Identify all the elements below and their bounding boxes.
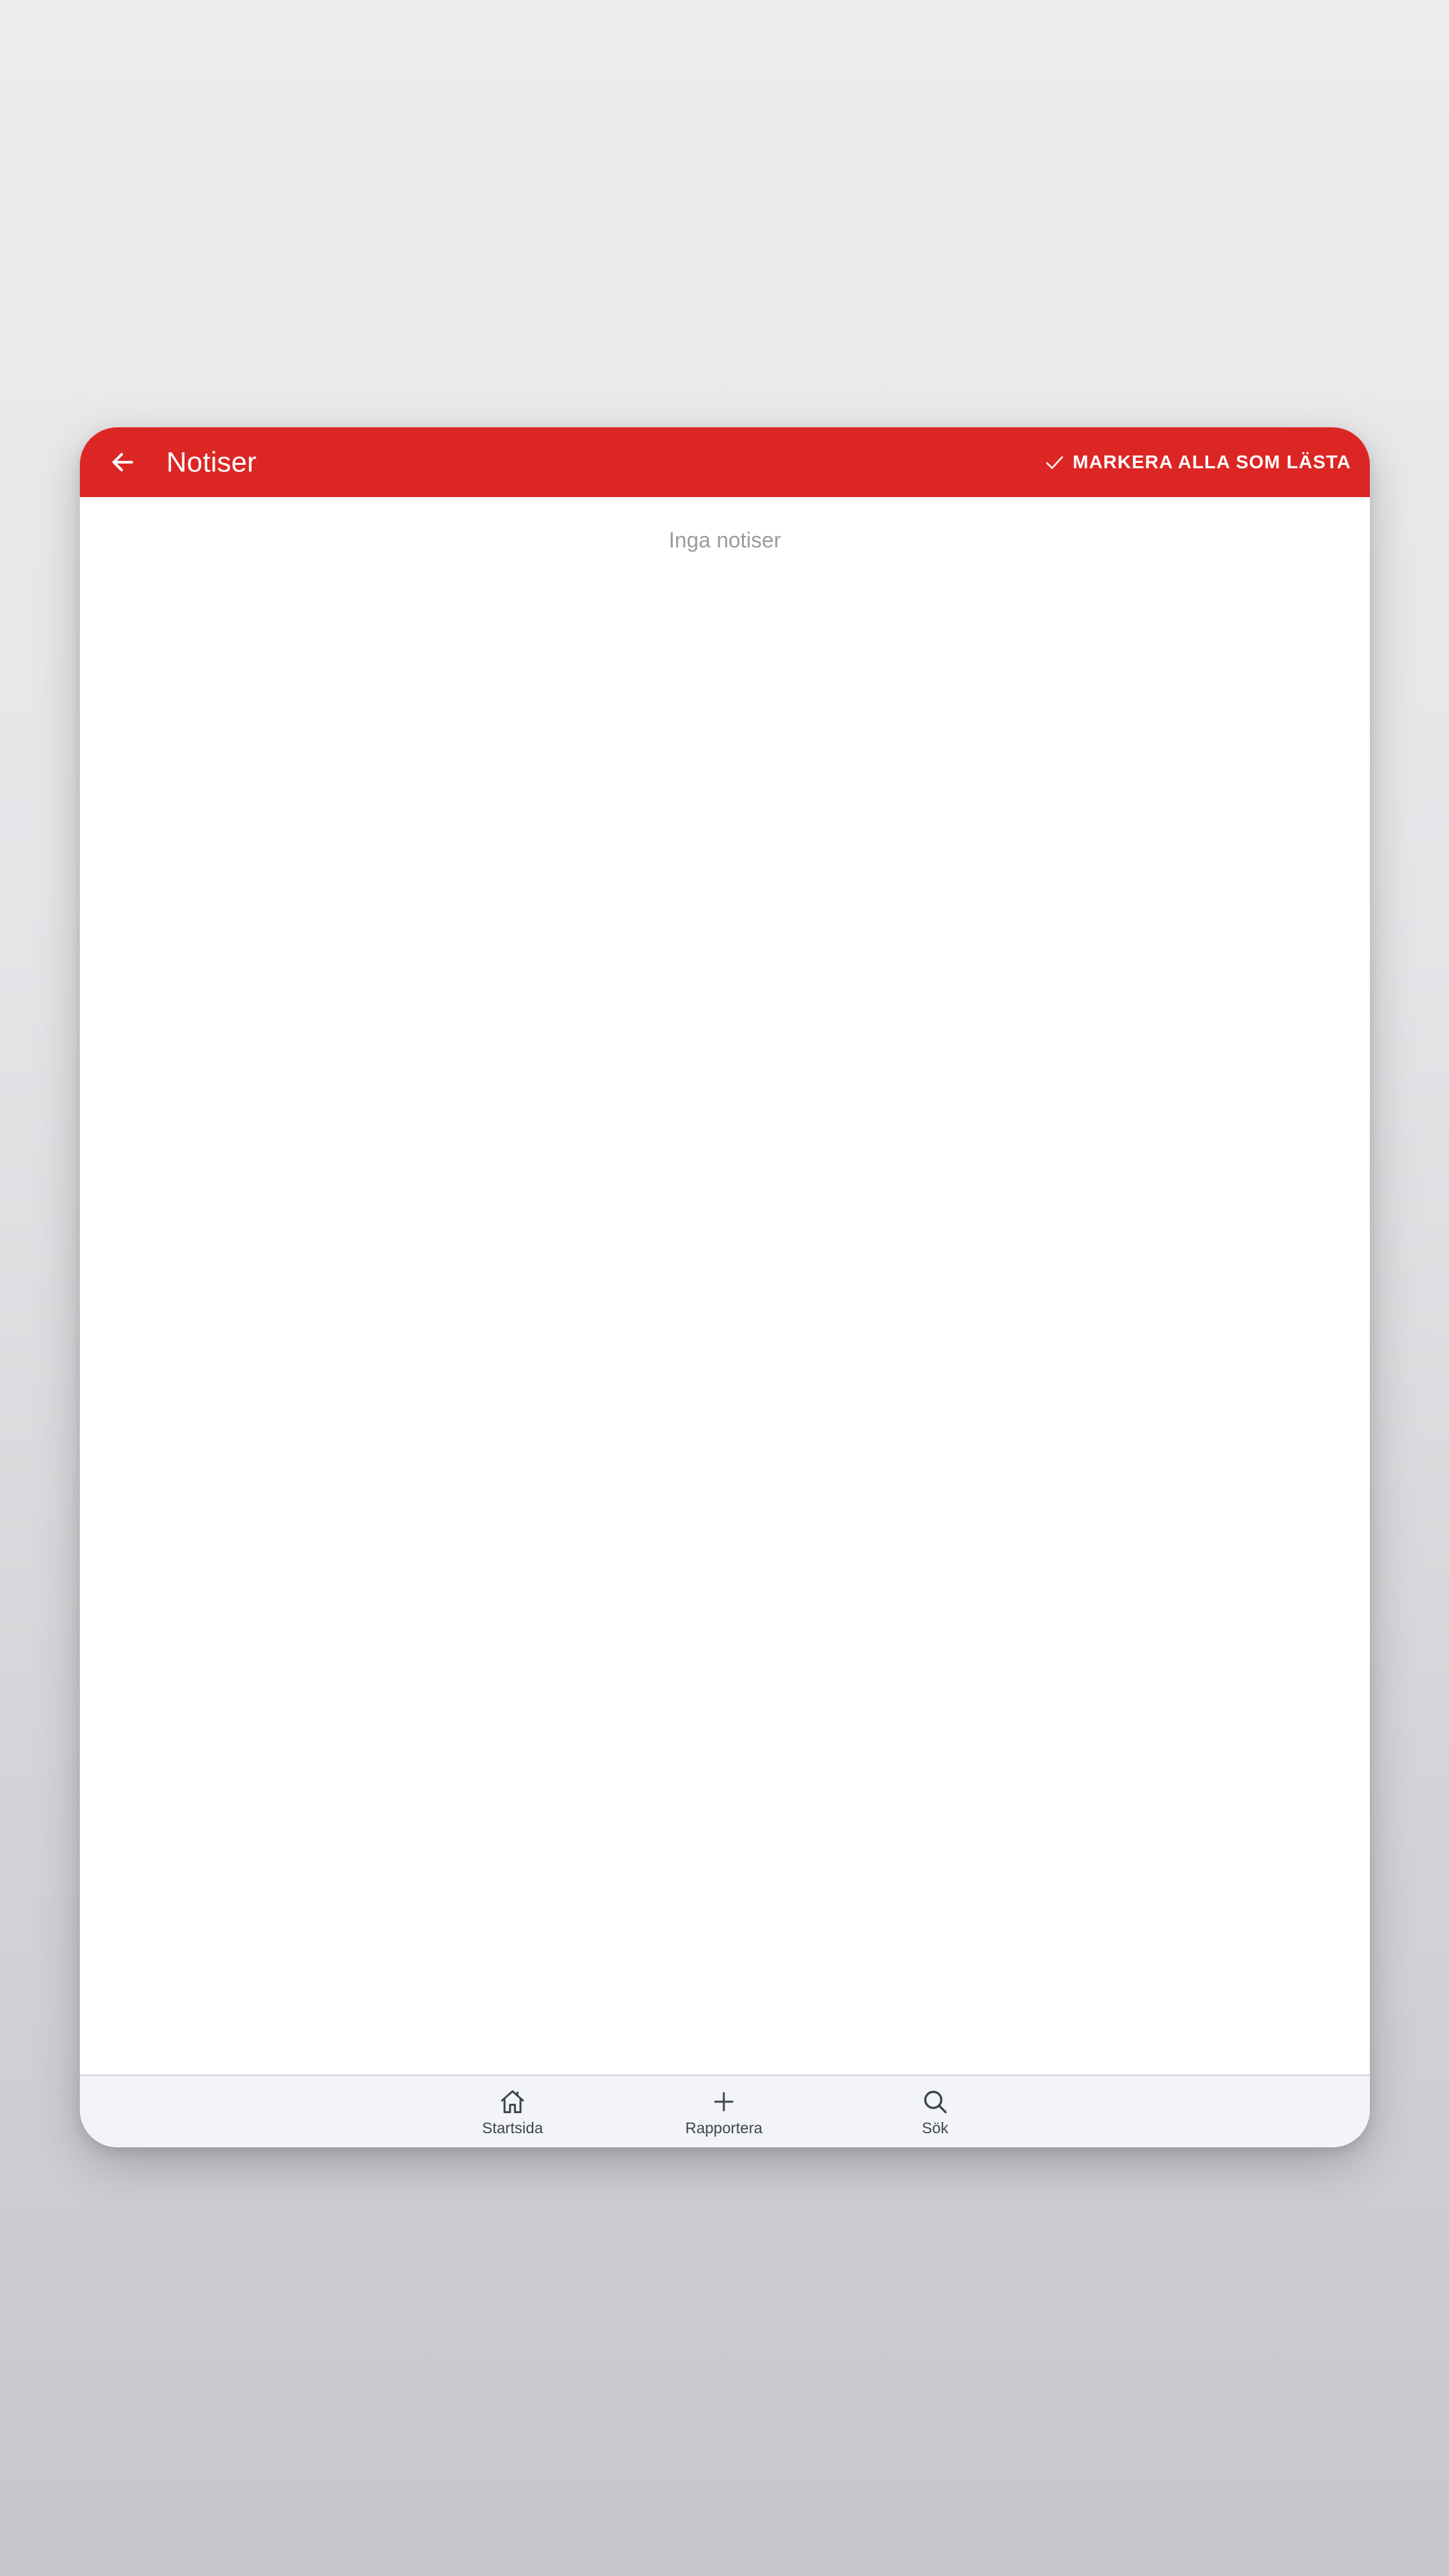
notifications-window: Notiser MARKERA ALLA SOM LÄSTA Inga noti… (80, 427, 1370, 2147)
empty-state-message: Inga notiser (668, 528, 782, 552)
nav-item-search[interactable]: Sök (855, 2076, 1016, 2147)
bottom-navigation: Startsida Rapportera Sök (80, 2074, 1370, 2147)
nav-label-search: Sök (922, 2118, 949, 2137)
search-icon (924, 2090, 947, 2113)
checkmark-icon (1046, 456, 1063, 469)
nav-item-report[interactable]: Rapportera (643, 2076, 804, 2147)
page-title: Notiser (166, 446, 257, 478)
arrow-left-icon (112, 453, 133, 472)
back-button[interactable] (89, 427, 156, 497)
nav-label-home: Startsida (482, 2118, 543, 2137)
mark-all-read-button[interactable]: MARKERA ALLA SOM LÄSTA (1044, 427, 1351, 497)
mark-all-read-label: MARKERA ALLA SOM LÄSTA (1073, 451, 1351, 472)
notifications-list: Inga notiser (80, 497, 1370, 2076)
home-icon (500, 2090, 525, 2113)
plus-icon (714, 2092, 734, 2111)
nav-label-report: Rapportera (685, 2118, 763, 2137)
app-bar: Notiser MARKERA ALLA SOM LÄSTA (80, 427, 1370, 497)
nav-item-home[interactable]: Startsida (432, 2076, 593, 2147)
